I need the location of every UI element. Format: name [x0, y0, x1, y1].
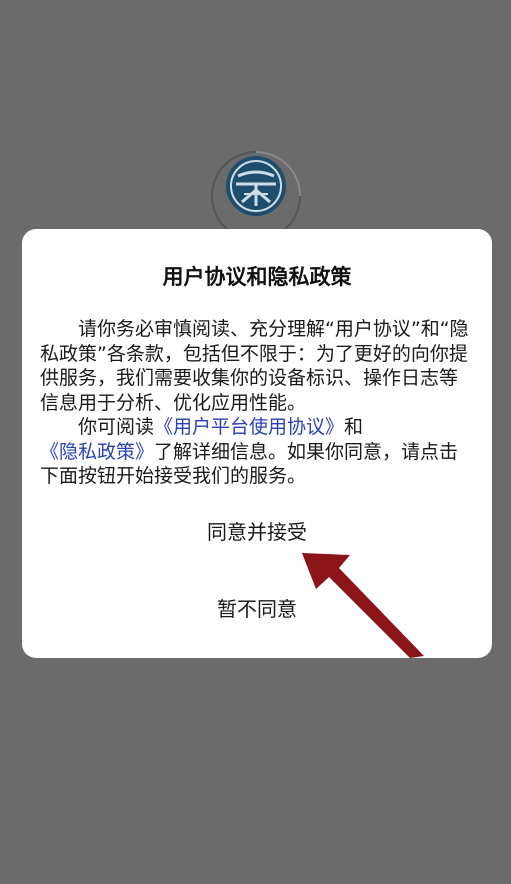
dialog-paragraph-1: 请你务必审慎阅读、充分理解“用户协议”和“隐私政策”各条款，包括但不限于：为了更…: [40, 318, 469, 414]
dialog-paragraph-2: 你可阅读《用户平台使用协议》和《隐私政策》了解详细信息。如果你同意，请点击下面按…: [40, 415, 476, 489]
paragraph-2-prefix: 你可阅读: [78, 416, 155, 438]
dialog-title: 用户协议和隐私政策: [162, 265, 352, 289]
disagree-button[interactable]: 暂不同意: [22, 593, 492, 622]
privacy-dialog: 用户协议和隐私政策 请你务必审慎阅读、充分理解“用户协议”和“隐私政策”各条款，…: [22, 229, 492, 658]
dialog-body: 请你务必审慎阅读、充分理解“用户协议”和“隐私政策”各条款，包括但不限于：为了更…: [40, 317, 476, 489]
agree-button[interactable]: 同意并接受: [22, 516, 492, 545]
paragraph-2-and: 和: [344, 416, 364, 438]
university-seal-icon: [226, 156, 286, 216]
privacy-policy-link[interactable]: 《隐私政策》: [40, 441, 154, 463]
user-agreement-link[interactable]: 《用户平台使用协议》: [154, 416, 344, 438]
